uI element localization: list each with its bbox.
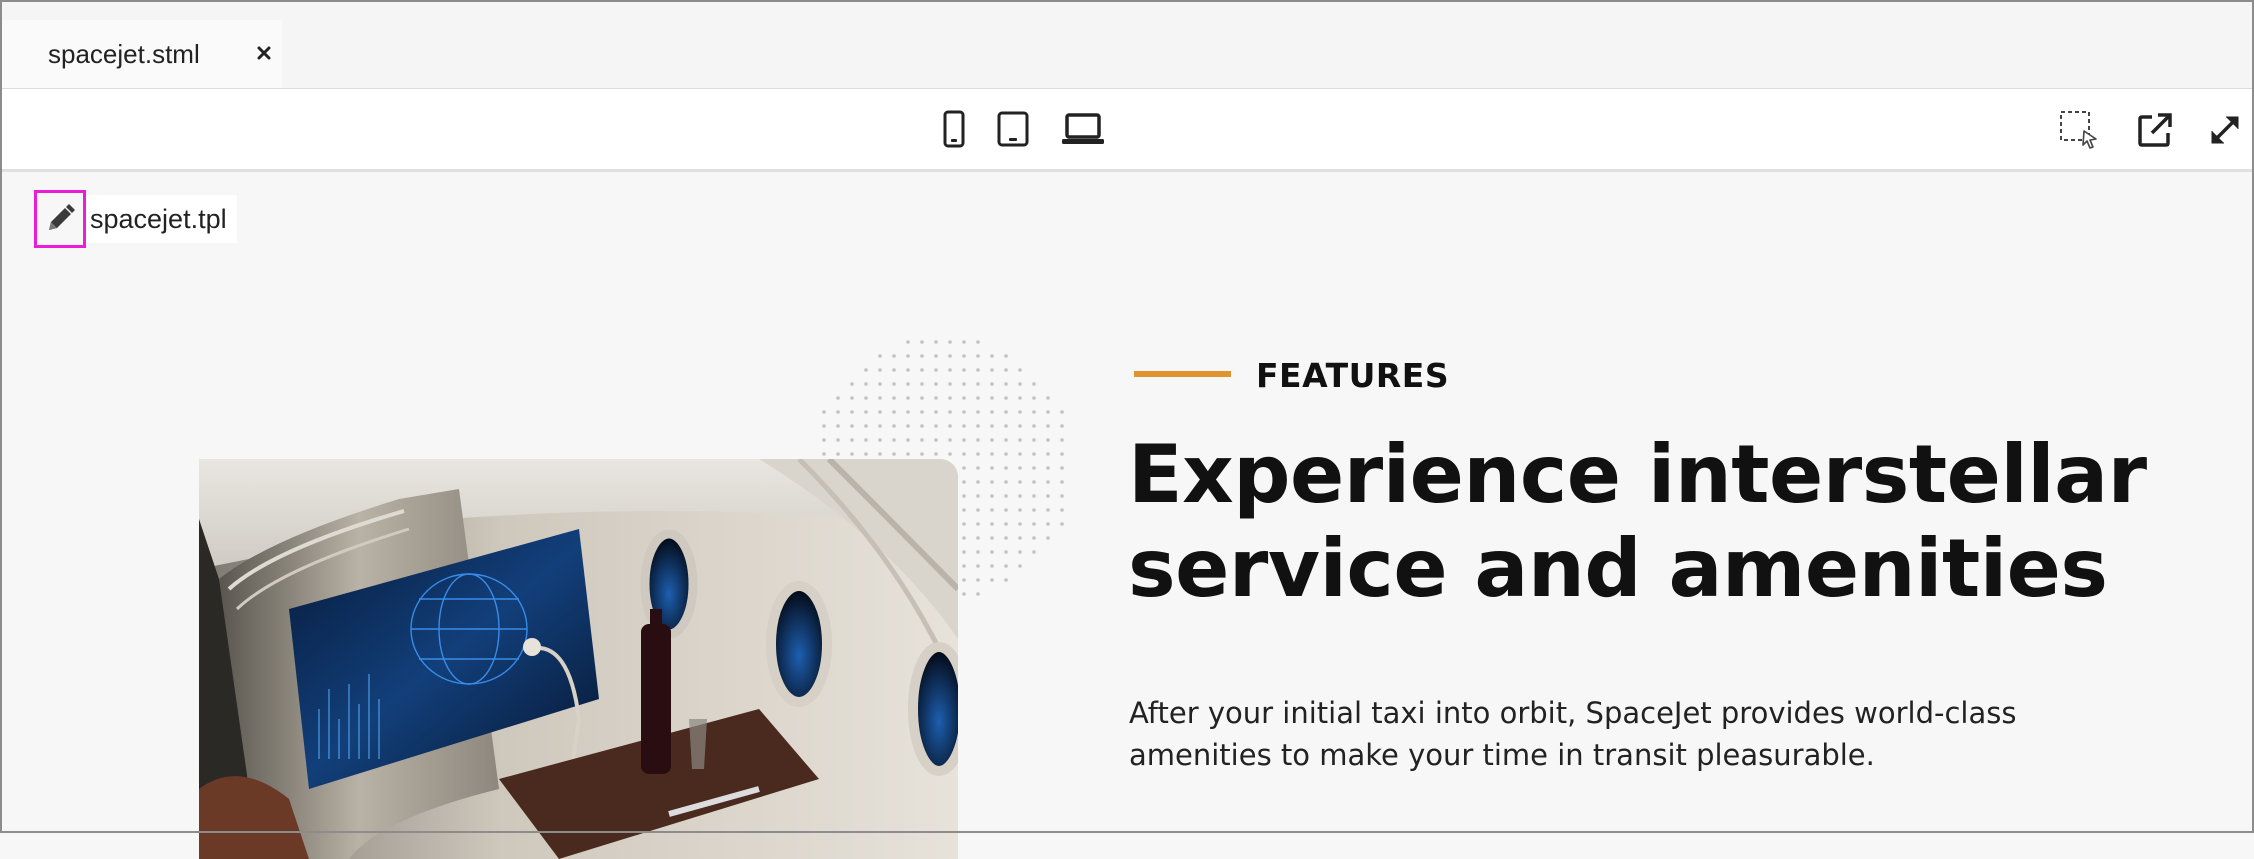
pencil-icon <box>49 204 75 230</box>
tablet-icon[interactable] <box>992 107 1034 151</box>
select-element-icon[interactable] <box>2056 107 2102 153</box>
template-badge: spacejet.tpl <box>34 190 237 248</box>
tab-bar: spacejet.stml <box>2 2 2252 89</box>
tab-spacejet-stml[interactable]: spacejet.stml <box>2 20 282 88</box>
expand-icon[interactable] <box>2202 107 2248 153</box>
headline-line-2: service and amenities <box>1128 522 2108 615</box>
intro-paragraph: After your initial taxi into orbit, Spac… <box>1129 696 2017 772</box>
page-headline: Experience interstellar service and amen… <box>1128 428 2228 616</box>
headline-line-1: Experience interstellar <box>1128 428 2147 521</box>
features-accent-line <box>1134 371 1231 377</box>
tab-label: spacejet.stml <box>48 38 200 69</box>
laptop-icon[interactable] <box>1058 107 1108 151</box>
phone-icon[interactable] <box>934 107 974 151</box>
preview-toolbar <box>2 89 2252 172</box>
edit-template-button[interactable] <box>34 190 86 248</box>
template-label: spacejet.tpl <box>90 203 227 234</box>
close-icon[interactable] <box>252 41 276 65</box>
open-external-icon[interactable] <box>2132 107 2178 153</box>
cabin-image <box>199 459 958 859</box>
section-label: FEATURES <box>1256 356 1450 395</box>
